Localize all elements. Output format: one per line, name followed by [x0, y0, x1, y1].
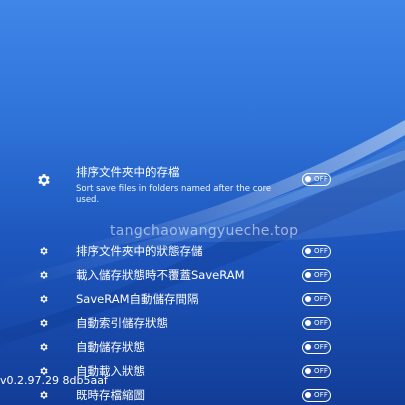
menu-item-savestate-thumbnails[interactable]: 既時存檔縮圖 OFF [0, 387, 405, 405]
menu-item-label: 自動儲存狀態 [76, 340, 145, 354]
toggle-state-text: OFF [314, 295, 329, 303]
menu-item-label: SaveRAM自動儲存間隔 [76, 292, 199, 306]
menu-item-sort-states-in-folders[interactable]: 排序文件夾中的狀態存儲 OFF [0, 243, 405, 261]
gear-icon [40, 391, 48, 399]
menu-item-label: 排序文件夾中的狀態存儲 [76, 244, 203, 258]
toggle-switch[interactable]: OFF [302, 341, 331, 354]
toggle-state-text: OFF [314, 367, 329, 375]
menu-item-label: 排序文件夾中的存檔 [76, 165, 180, 179]
toggle-knob [305, 296, 311, 302]
toggle-knob [305, 344, 311, 350]
menu-item-saveram-autosave-interval[interactable]: SaveRAM自動儲存間隔 OFF [0, 291, 405, 309]
toggle-switch[interactable]: OFF [302, 293, 331, 306]
menu-item-auto-index-states[interactable]: 自動索引儲存狀態 OFF [0, 315, 405, 333]
menu-item-label: 載入儲存狀態時不覆蓋SaveRAM [76, 268, 245, 282]
toggle-knob [305, 248, 311, 254]
gear-icon [40, 295, 48, 303]
gear-icon [40, 271, 48, 279]
toggle-state-text: OFF [314, 271, 329, 279]
toggle-state-text: OFF [314, 319, 329, 327]
toggle-knob [305, 392, 311, 398]
toggle-knob [305, 368, 311, 374]
menu-item-sublabel: Sort save files in folders named after t… [76, 184, 272, 205]
toggle-switch[interactable]: OFF [302, 245, 331, 258]
settings-menu-list: 排序文件夾中的存檔 Sort save files in folders nam… [0, 0, 405, 405]
toggle-state-text: OFF [314, 175, 329, 183]
toggle-switch[interactable]: OFF [302, 389, 331, 402]
toggle-state-text: OFF [314, 391, 329, 399]
toggle-switch[interactable]: OFF [302, 317, 331, 330]
toggle-knob [305, 176, 311, 182]
menu-item-auto-save-state[interactable]: 自動儲存狀態 OFF [0, 339, 405, 357]
toggle-switch[interactable]: OFF [302, 173, 331, 186]
toggle-knob [305, 272, 311, 278]
version-label: v0.2.97.29 8db5aaf [0, 374, 108, 387]
menu-item-label: 自動索引儲存狀態 [76, 316, 168, 330]
toggle-state-text: OFF [314, 343, 329, 351]
menu-item-label: 既時存檔縮圖 [76, 388, 145, 402]
toggle-state-text: OFF [314, 247, 329, 255]
menu-item-sort-saves-in-folders[interactable]: 排序文件夾中的存檔 Sort save files in folders nam… [0, 162, 405, 212]
gear-icon [40, 319, 48, 327]
toggle-switch[interactable]: OFF [302, 365, 331, 378]
menu-item-block-saveram-overwrite[interactable]: 載入儲存狀態時不覆蓋SaveRAM OFF [0, 267, 405, 285]
gear-icon [38, 174, 50, 186]
toggle-knob [305, 320, 311, 326]
toggle-switch[interactable]: OFF [302, 269, 331, 282]
gear-icon [40, 247, 48, 255]
gear-icon [40, 343, 48, 351]
